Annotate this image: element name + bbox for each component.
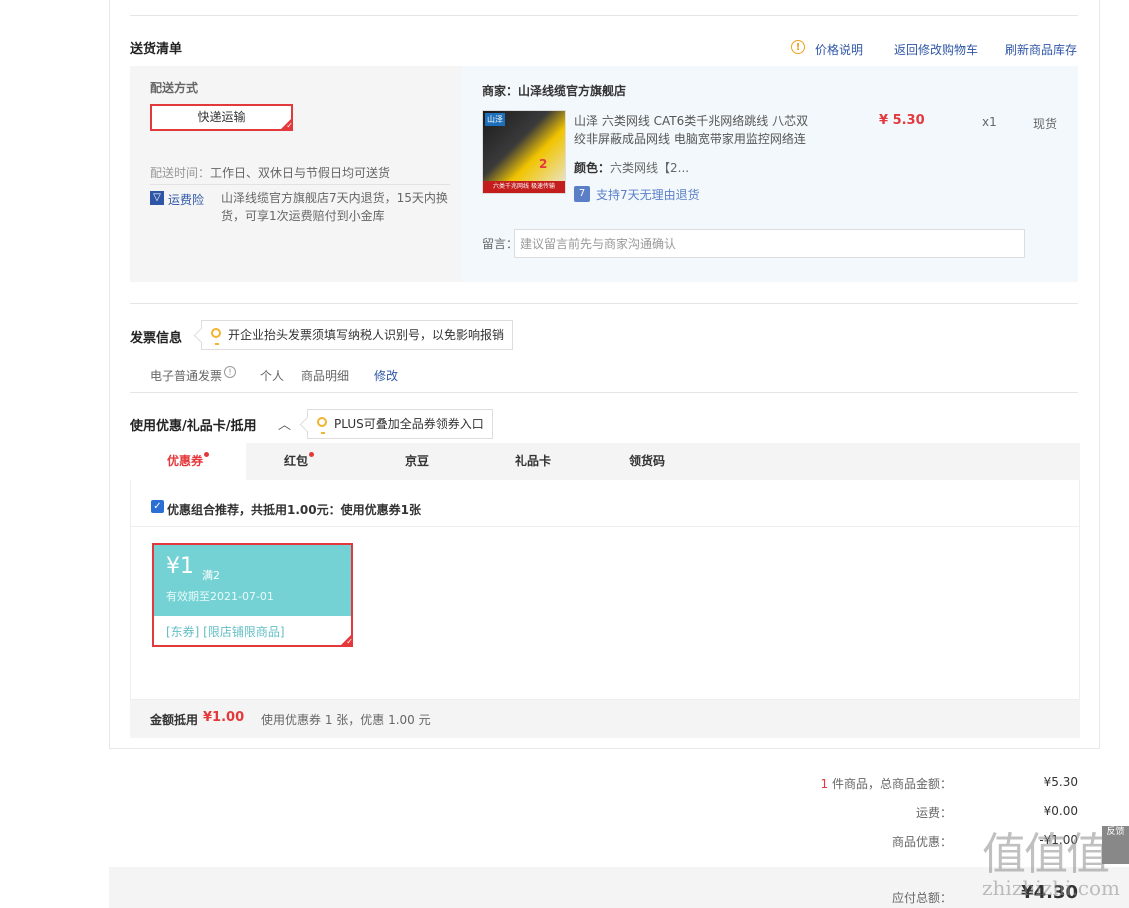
coupon-header: ¥1 满2 有效期至2021-07-01 [154,545,351,616]
shipping-fee-value: ¥0.00 [1043,804,1078,818]
tab-pickup-code[interactable]: 领货码 [594,443,700,480]
item-count: 1 [820,777,829,791]
product-price: ¥ 5.30 [879,113,925,128]
shipping-list-title: 送货清单 [130,42,183,57]
shipping-fee-label: 运费： [915,806,952,820]
coupon-divider [131,526,1079,527]
invoice-holder: 个人 [260,369,285,383]
combo-checkbox[interactable]: ✓ [151,500,164,513]
freight-insurance-link[interactable]: 运费险 [168,191,204,208]
invoice-tip-text: 开企业抬头发票须填写纳税人识别号，以免影响报销 [228,328,505,342]
plus-tip-text: PLUS可叠加全品券领券入口 [334,417,484,431]
amount-label: 金额抵用 [150,713,199,727]
watermark-site: zhizhizhi.com [982,876,1121,900]
thumb-brand-tag: 山泽 [485,113,505,126]
tab-coupon[interactable]: 优惠券 [130,443,246,480]
color-value: 六类网线【2... [610,161,690,175]
freight-insurance-text-1: 山泽线缆官方旗舰店7天内退货，15天内换 [221,191,448,205]
coupon-card[interactable]: ¥1 满2 有效期至2021-07-01 [东券] [限店铺限商品] [152,543,353,647]
remark-label: 留言： [482,237,519,251]
coupon-condition: 满2 [202,569,220,582]
plus-tip[interactable]: PLUS可叠加全品券领券入口 [307,409,493,439]
refresh-stock-link[interactable]: 刷新商品库存 [1005,41,1077,58]
amount-bar: 金额抵用 ¥1.00 使用优惠券 1 张，优惠 1.00 元 [130,700,1080,738]
delivery-divider [150,184,450,185]
stock-status: 现货 [1033,117,1058,131]
lightbulb-icon [211,328,221,345]
return-policy-text: 支持7天无理由退货 [596,188,700,202]
new-dot [309,452,314,457]
return-policy-icon: 7 [574,186,590,202]
price-note-link[interactable]: 价格说明 [815,41,863,58]
product-name-line-2[interactable]: 绞非屏蔽成品网线 电脑宽带家用监控网络连 [574,130,806,147]
merchant-name: 商家：山泽线缆官方旗舰店 [482,84,627,98]
invoice-tip: 开企业抬头发票须填写纳税人识别号，以免影响报销 [201,320,514,350]
thumb-banner: 六类千兆网线 极速传输 [483,181,565,193]
remark-input[interactable] [514,229,1025,258]
amount-value: ¥1.00 [203,710,245,725]
selected-check-icon [280,118,293,131]
side-feedback-tab[interactable]: 反馈 [1102,826,1129,864]
freight-insurance-icon: ▽ [150,191,164,205]
thumb-badge: 2 [539,157,548,171]
total-label: 应付总额： [891,891,952,905]
section-divider [130,303,1078,304]
items-total-value: ¥5.30 [1043,775,1078,789]
product-name-line-1[interactable]: 山泽 六类网线 CAT6类千兆网络跳线 八芯双 [574,112,808,129]
watermark-logo: 值值值 [982,829,1110,880]
delivery-time-label: 配送时间： [150,166,211,180]
product-quantity: x1 [982,115,997,129]
amount-detail: 使用优惠券 1 张，优惠 1.00 元 [261,713,431,727]
discount-tabs: 优惠券 红包 京豆 礼品卡 领货码 [130,443,1080,480]
info-icon[interactable]: ! [224,366,236,378]
express-delivery-option[interactable]: 快递运输 [150,104,293,131]
items-total-label: 1 件商品，总商品金额： [820,777,952,791]
tab-jingdou[interactable]: 京豆 [362,443,472,480]
chevron-up-icon[interactable]: ︿ [278,414,291,433]
new-dot [204,452,209,457]
invoice-title: 发票信息 [130,331,183,346]
freight-insurance-text-2: 货，可享1次运费赔付到小金库 [221,209,385,223]
color-label: 颜色： [574,161,611,175]
tab-red-packet[interactable]: 红包 [246,443,352,480]
product-discount-label: 商品优惠： [891,835,952,849]
invoice-type: 电子普通发票 [150,369,223,383]
section-divider-2 [130,392,1078,393]
delivery-time-value: 工作日、双休日与节假日均可送货 [210,166,391,180]
lightbulb-icon [317,417,327,434]
selected-check-icon [340,634,353,647]
combo-text: 优惠组合推荐，共抵用1.00元：使用优惠券1张 [167,503,421,517]
express-delivery-label: 快递运输 [197,110,246,124]
coupon-expiry: 有效期至2021-07-01 [166,590,274,603]
invoice-content: 商品明细 [301,369,350,383]
coupon-amount: ¥1 [166,554,194,579]
back-to-cart-link[interactable]: 返回修改购物车 [894,41,978,58]
product-thumbnail[interactable]: 山泽 2 六类千兆网线 极速传输 [482,110,566,194]
total-bar [109,867,1129,908]
delivery-method-label: 配送方式 [150,81,199,95]
top-divider [130,15,1078,16]
discount-title[interactable]: 使用优惠/礼品卡/抵用 [130,415,257,434]
warning-icon: ! [791,40,805,54]
coupon-tags: [东券] [限店铺限商品] [166,625,285,639]
invoice-modify-link[interactable]: 修改 [374,367,398,384]
tab-gift-card[interactable]: 礼品卡 [480,443,586,480]
